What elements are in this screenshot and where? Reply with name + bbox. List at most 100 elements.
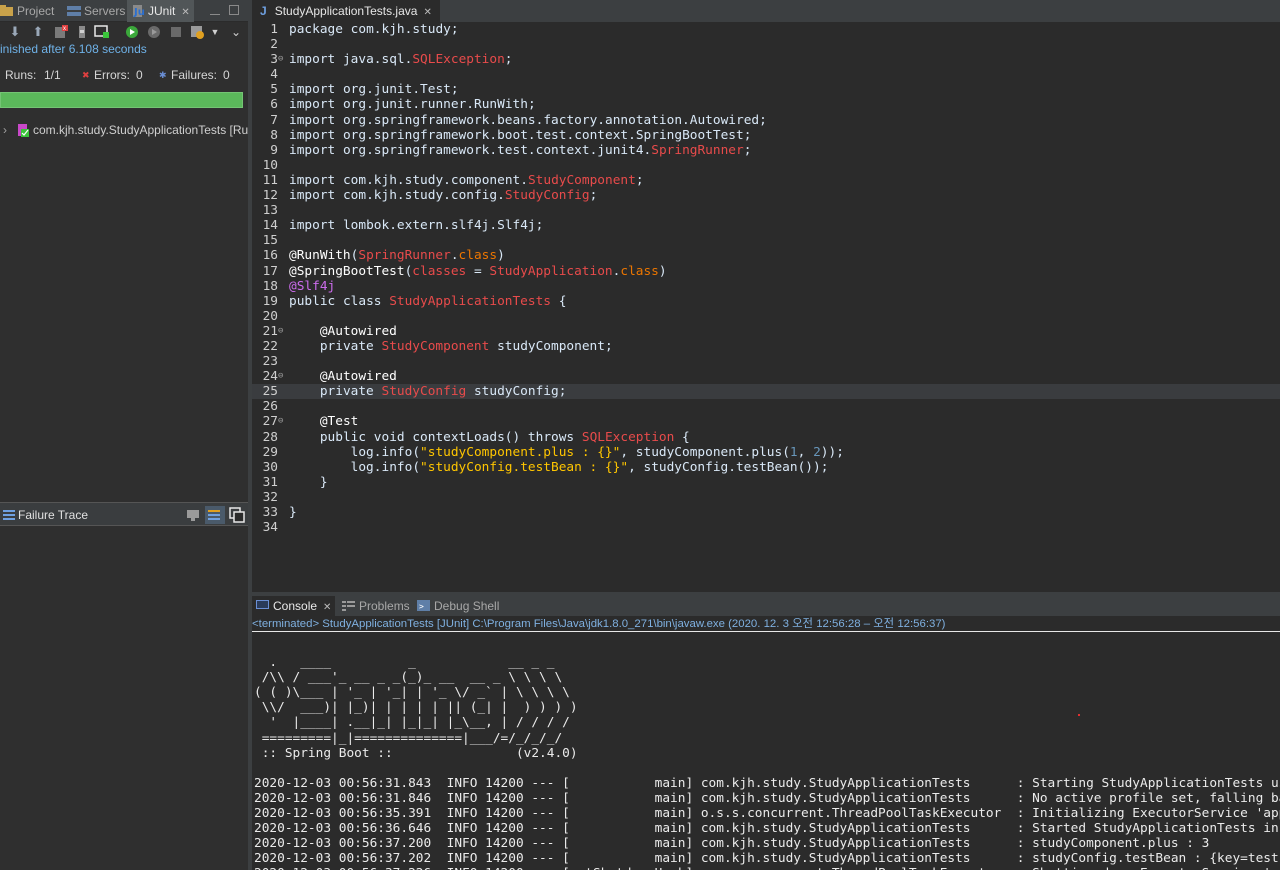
code-line[interactable]: 29 log.info("studyComponent.plus : {}", … <box>252 445 1280 460</box>
code-line[interactable]: 16 @RunWith(SpringRunner.class) <box>252 248 1280 263</box>
java-file-icon: J <box>260 4 267 18</box>
console-output[interactable]: . ____ _ __ _ _ /\\ / ___'_ __ _ _(_)_ _… <box>254 640 1280 870</box>
history-icon[interactable] <box>190 24 206 40</box>
show-failures-icon[interactable] <box>94 24 110 40</box>
fold-toggle-icon[interactable]: ⊖ <box>278 52 283 67</box>
code-text: import org.springframework.beans.factory… <box>289 112 767 128</box>
line-number: 22 <box>262 338 278 354</box>
tab-servers[interactable]: Servers <box>67 0 125 22</box>
fold-toggle-icon[interactable]: ⊖ <box>278 369 283 384</box>
rerun-icon[interactable] <box>124 24 140 40</box>
code-line[interactable]: 1 package com.kjh.study; <box>252 22 1280 37</box>
line-number: 11 <box>262 172 278 188</box>
test-progress-bar <box>0 92 243 108</box>
code-text: @Test <box>319 414 359 430</box>
tab-console[interactable]: Console ✕ <box>252 596 336 616</box>
failure-trace-bar: Failure Trace <box>0 502 248 526</box>
fold-toggle-icon[interactable]: ⊖ <box>278 324 283 339</box>
tab-problems[interactable]: Problems <box>342 596 410 616</box>
code-line[interactable]: 24 ⊖ @Autowired <box>252 369 1280 384</box>
filter-stack-icon[interactable] <box>205 506 225 524</box>
test-progress-fill <box>0 92 243 108</box>
tab-studyapplicationtests-java[interactable]: J StudyApplicationTests.java ✕ <box>252 0 440 22</box>
failure-icon: ✱ <box>159 70 167 80</box>
code-line[interactable]: 19 public class StudyApplicationTests { <box>252 294 1280 309</box>
code-line[interactable]: 31 } <box>252 475 1280 490</box>
code-text: private StudyConfig studyConfig; <box>319 384 567 400</box>
line-number: 2 <box>270 37 278 53</box>
code-line[interactable]: 17 @SpringBootTest(classes = StudyApplica… <box>252 264 1280 279</box>
console-line: . ____ _ __ _ _ <box>254 655 555 671</box>
code-line[interactable]: 23 <box>252 354 1280 369</box>
code-line[interactable]: 13 <box>252 203 1280 218</box>
line-number: 12 <box>262 188 278 204</box>
code-line[interactable]: 30 log.info("studyConfig.testBean : {}",… <box>252 460 1280 475</box>
console-line: =========|_|==============|___/=/_/_/_/ <box>254 730 563 746</box>
console-marker <box>1078 714 1080 716</box>
code-line[interactable]: 3 ⊖ import java.sql.SQLException; <box>252 52 1280 67</box>
left-tab-bar: Project Servers Ju JUnit ✕ <box>0 0 248 22</box>
code-line[interactable]: 11 import com.kjh.study.component.StudyCo… <box>252 173 1280 188</box>
monitor-icon[interactable] <box>186 508 200 525</box>
line-number: 27 <box>262 414 278 430</box>
tab-project[interactable]: Project <box>0 0 54 22</box>
test-counters: Runs: 1/1 ✖ Errors: 0 ✱ Failures: 0 <box>0 66 248 84</box>
test-run-status: inished after 6.108 seconds <box>0 42 147 56</box>
code-text: @RunWith(SpringRunner.class) <box>289 248 505 264</box>
fold-toggle-icon[interactable]: ⊖ <box>278 414 283 429</box>
code-line[interactable]: 21 ⊖ @Autowired <box>252 324 1280 339</box>
code-line[interactable]: 9 import org.springframework.test.context… <box>252 143 1280 158</box>
console-tab-bar: Console ✕ Problems > Debug Shell <box>252 596 1280 616</box>
code-line[interactable]: 2 <box>252 37 1280 52</box>
history-dropdown-icon[interactable]: ▼ <box>207 24 223 40</box>
code-line[interactable]: 32 <box>252 490 1280 505</box>
previous-failure-icon[interactable]: ⬆ <box>30 24 46 40</box>
stop-icon[interactable] <box>168 24 184 40</box>
code-line[interactable]: 22 private StudyComponent studyComponent… <box>252 339 1280 354</box>
code-line[interactable]: 20 <box>252 309 1280 324</box>
test-tree-item[interactable]: › com.kjh.study.StudyApplicationTests [R… <box>0 121 248 139</box>
code-line[interactable]: 33} <box>252 505 1280 520</box>
tab-debug-shell[interactable]: > Debug Shell <box>417 596 499 616</box>
problems-icon <box>342 597 355 611</box>
code-line[interactable]: 6 import org.junit.runner.RunWith; <box>252 97 1280 112</box>
rerun-failed-icon[interactable] <box>146 24 162 40</box>
scroll-lock-icon[interactable] <box>74 24 90 40</box>
code-line[interactable]: 34 <box>252 520 1280 535</box>
tab-problems-label: Problems <box>359 599 410 613</box>
tab-junit[interactable]: Ju JUnit ✕ <box>127 0 194 22</box>
close-icon[interactable]: ✕ <box>323 602 331 613</box>
code-line[interactable]: 10 <box>252 158 1280 173</box>
runs-value: 1/1 <box>44 68 61 82</box>
next-failure-icon[interactable]: ⬇ <box>7 24 23 40</box>
code-text: log.info("studyComponent.plus : {}", stu… <box>350 444 844 460</box>
code-line[interactable]: 27 ⊖ @Test <box>252 414 1280 429</box>
expand-arrow-icon[interactable]: › <box>3 121 7 139</box>
line-number: 13 <box>262 203 278 219</box>
close-icon[interactable]: ✕ <box>181 2 189 24</box>
code-line[interactable]: 12 import com.kjh.study.config.StudyConfi… <box>252 188 1280 203</box>
code-line[interactable]: 5 import org.junit.Test; <box>252 82 1280 97</box>
view-menu-icon[interactable]: ⌄ <box>228 24 244 40</box>
line-number: 19 <box>262 293 278 309</box>
code-line[interactable]: 18 @Slf4j <box>252 279 1280 294</box>
code-line[interactable]: 28 public void contextLoads() throws SQL… <box>252 430 1280 445</box>
code-line[interactable]: 7 import org.springframework.beans.factor… <box>252 113 1280 128</box>
minimize-icon[interactable] <box>210 9 220 15</box>
code-line[interactable]: 4 <box>252 67 1280 82</box>
code-text: private StudyComponent studyComponent; <box>319 338 613 354</box>
failures-only-icon[interactable]: x <box>53 24 69 40</box>
code-line[interactable]: 8 import org.springframework.boot.test.co… <box>252 128 1280 143</box>
code-line[interactable]: 25 private StudyConfig studyConfig; <box>252 384 1280 400</box>
code-line[interactable]: 15 <box>252 233 1280 248</box>
compare-result-icon[interactable] <box>229 507 245 526</box>
code-line[interactable]: 14 import lombok.extern.slf4j.Slf4j; <box>252 218 1280 233</box>
code-line[interactable]: 26 <box>252 399 1280 414</box>
maximize-icon[interactable] <box>229 5 239 15</box>
code-area[interactable]: 1 package com.kjh.study; 2 3 ⊖ import java.sq… <box>252 22 1280 535</box>
close-icon[interactable]: ✕ <box>423 7 431 18</box>
svg-text:x: x <box>63 26 66 32</box>
line-number: 29 <box>262 444 278 460</box>
line-number: 5 <box>270 82 278 98</box>
line-number: 3 <box>270 52 278 68</box>
